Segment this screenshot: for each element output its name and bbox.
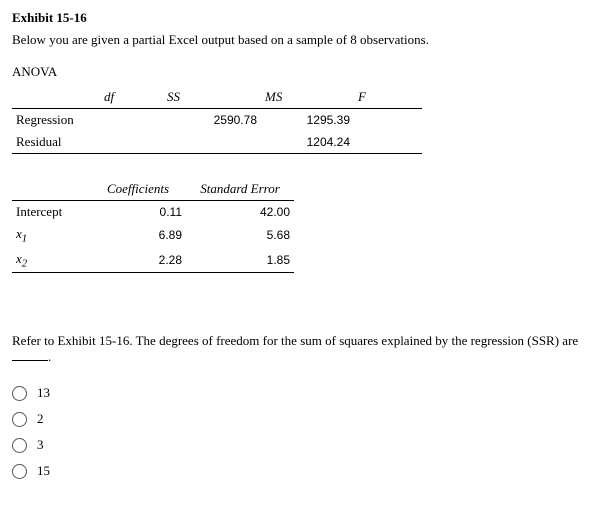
coefficients-table: Coefficients Standard Error Intercept 0.… <box>12 178 294 273</box>
anova-header-ss: SS <box>163 86 261 109</box>
anova-ms: 1295.39 <box>261 109 354 132</box>
coef-row-label: x2 <box>12 248 90 273</box>
coef-se: 1.85 <box>186 248 294 273</box>
coef-row-intercept: Intercept 0.11 42.00 <box>12 201 294 224</box>
intro-text: Below you are given a partial Excel outp… <box>12 32 594 48</box>
coef-row-label: Intercept <box>12 201 90 224</box>
coef-se: 42.00 <box>186 201 294 224</box>
radio-icon[interactable] <box>12 464 27 479</box>
anova-heading: ANOVA <box>12 64 594 80</box>
option-3[interactable]: 3 <box>12 437 594 453</box>
coef-row-x2: x2 2.28 1.85 <box>12 248 294 273</box>
anova-row-residual: Residual 1204.24 <box>12 131 422 154</box>
option-2[interactable]: 2 <box>12 411 594 427</box>
coef-header-se: Standard Error <box>186 178 294 201</box>
coef-value: 0.11 <box>90 201 186 224</box>
radio-icon[interactable] <box>12 386 27 401</box>
anova-header-ms: MS <box>261 86 354 109</box>
coef-row-label: x1 <box>12 223 90 248</box>
option-label: 3 <box>37 437 44 453</box>
coef-row-x1: x1 6.89 5.68 <box>12 223 294 248</box>
coef-se: 5.68 <box>186 223 294 248</box>
radio-icon[interactable] <box>12 438 27 453</box>
coef-value: 2.28 <box>90 248 186 273</box>
anova-ss: 2590.78 <box>163 109 261 132</box>
anova-ms: 1204.24 <box>261 131 354 154</box>
answer-blank <box>12 360 48 361</box>
option-13[interactable]: 13 <box>12 385 594 401</box>
anova-row-regression: Regression 2590.78 1295.39 <box>12 109 422 132</box>
question-text: Refer to Exhibit 15-16. The degrees of f… <box>12 333 594 365</box>
anova-row-label: Regression <box>12 109 100 132</box>
coef-value: 6.89 <box>90 223 186 248</box>
answer-options: 13 2 3 15 <box>12 385 594 479</box>
option-label: 13 <box>37 385 50 401</box>
anova-header-df: df <box>100 86 163 109</box>
anova-table: df SS MS F Regression 2590.78 1295.39 Re… <box>12 86 422 154</box>
option-label: 2 <box>37 411 44 427</box>
radio-icon[interactable] <box>12 412 27 427</box>
anova-header-f: F <box>354 86 422 109</box>
option-label: 15 <box>37 463 50 479</box>
anova-row-label: Residual <box>12 131 100 154</box>
exhibit-title: Exhibit 15-16 <box>12 10 594 26</box>
coef-header-coef: Coefficients <box>90 178 186 201</box>
option-15[interactable]: 15 <box>12 463 594 479</box>
